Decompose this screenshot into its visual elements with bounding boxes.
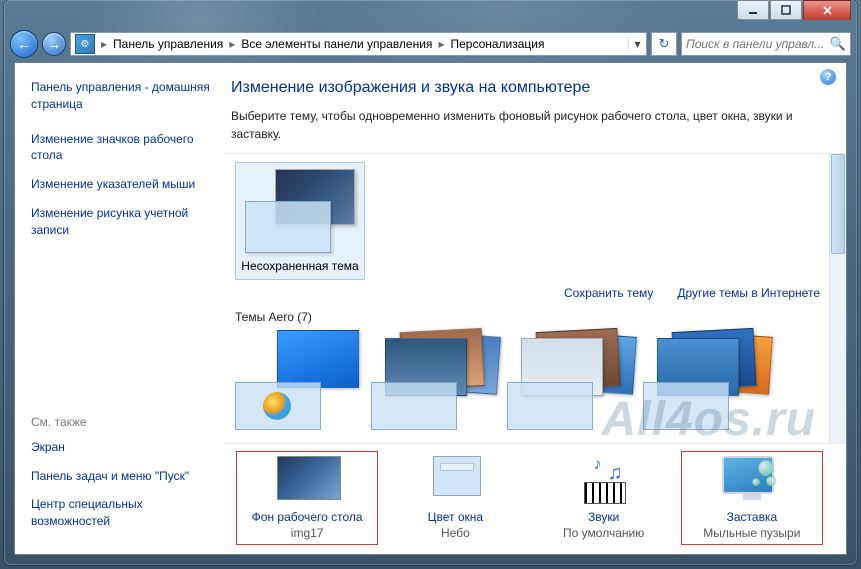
window-color-button[interactable]: Цвет окна Небо xyxy=(385,452,525,544)
sidebar: Панель управления - домашняя страница Из… xyxy=(15,63,225,554)
theme-preview xyxy=(245,169,355,253)
sidebar-home-link[interactable]: Панель управления - домашняя страница xyxy=(31,79,213,113)
setting-title: Заставка xyxy=(686,510,818,524)
sounds-icon: ♪ ♫ xyxy=(574,456,634,504)
desktop-background-button[interactable]: Фон рабочего стола img17 xyxy=(237,452,377,544)
vertical-scrollbar[interactable] xyxy=(829,154,846,443)
client-area: Панель управления - домашняя страница Из… xyxy=(14,62,847,555)
maximize-button[interactable] xyxy=(770,0,802,20)
chevron-right-icon[interactable]: ▸ xyxy=(227,37,237,51)
sidebar-link-mouse-pointers[interactable]: Изменение указателей мыши xyxy=(31,176,213,193)
address-dropdown[interactable]: ▾ xyxy=(628,37,646,51)
windows-orb-icon xyxy=(263,392,291,420)
back-button[interactable]: ← xyxy=(10,30,38,58)
see-also-heading: См. также xyxy=(31,415,213,429)
refresh-button[interactable]: ↻ xyxy=(651,32,677,56)
sidebar-link-desktop-icons[interactable]: Изменение значков рабочего стола xyxy=(31,131,213,165)
setting-title: Фон рабочего стола xyxy=(241,510,373,524)
see-also-taskbar[interactable]: Панель задач и меню "Пуск" xyxy=(31,468,213,485)
online-themes-link[interactable]: Другие темы в Интернете xyxy=(677,286,820,300)
search-input[interactable] xyxy=(686,37,828,51)
see-also-display[interactable]: Экран xyxy=(31,439,213,456)
main-pane: ? Изменение изображения и звука на компь… xyxy=(225,63,846,554)
aero-themes-row xyxy=(225,330,846,430)
theme-action-links: Сохранить тему Другие темы в Интернете xyxy=(225,280,846,306)
setting-value: По умолчанию xyxy=(538,526,670,540)
forward-button[interactable]: → xyxy=(42,32,66,56)
screensaver-button[interactable]: Заставка Мыльные пузыри xyxy=(682,452,822,544)
breadcrumb-item[interactable]: Персонализация xyxy=(446,33,548,55)
control-panel-icon: ⚙ xyxy=(75,34,95,54)
aero-theme-3[interactable] xyxy=(507,330,637,430)
screensaver-icon xyxy=(722,456,782,504)
minimize-button[interactable] xyxy=(737,0,769,20)
page-title: Изменение изображения и звука на компьют… xyxy=(231,79,846,97)
search-icon: 🔍 xyxy=(830,36,846,52)
setting-title: Цвет окна xyxy=(389,510,521,524)
see-also-ease-of-access[interactable]: Центр специальных возможностей xyxy=(31,496,213,530)
scrollbar-thumb[interactable] xyxy=(831,154,845,254)
breadcrumb-item[interactable]: Все элементы панели управления xyxy=(237,33,436,55)
wallpaper-icon xyxy=(277,456,341,500)
setting-value: Небо xyxy=(389,526,521,540)
aero-heading: Темы Aero (7) xyxy=(225,306,846,330)
setting-value: img17 xyxy=(241,526,373,540)
aero-theme-2[interactable] xyxy=(371,330,501,430)
theme-unsaved[interactable]: Несохраненная тема xyxy=(235,162,365,280)
titlebar xyxy=(4,0,857,28)
window-color-icon xyxy=(433,456,481,496)
help-icon[interactable]: ? xyxy=(820,69,836,85)
chevron-right-icon[interactable]: ▸ xyxy=(436,37,446,51)
my-themes-row: Несохраненная тема xyxy=(225,154,846,280)
setting-title: Звуки xyxy=(538,510,670,524)
address-bar[interactable]: ⚙ ▸ Панель управления ▸ Все элементы пан… xyxy=(70,32,647,56)
setting-value: Мыльные пузыри xyxy=(686,526,818,540)
control-panel-window: ← → ⚙ ▸ Панель управления ▸ Все элементы… xyxy=(4,0,857,565)
themes-scroll-pane: Несохраненная тема Сохранить тему Другие… xyxy=(225,153,846,444)
save-theme-link[interactable]: Сохранить тему xyxy=(564,286,653,300)
aero-theme-windows7[interactable] xyxy=(235,330,365,430)
sounds-button[interactable]: ♪ ♫ Звуки По умолчанию xyxy=(534,452,674,544)
theme-label: Несохраненная тема xyxy=(236,259,364,273)
sidebar-link-account-picture[interactable]: Изменение рисунка учетной записи xyxy=(31,205,213,239)
navbar: ← → ⚙ ▸ Панель управления ▸ Все элементы… xyxy=(4,28,857,60)
search-box[interactable]: 🔍 xyxy=(681,32,851,56)
aero-theme-4[interactable] xyxy=(643,330,773,430)
breadcrumb-item[interactable]: Панель управления xyxy=(109,33,227,55)
chevron-right-icon[interactable]: ▸ xyxy=(99,37,109,51)
settings-row: Фон рабочего стола img17 Цвет окна Небо … xyxy=(225,444,846,554)
close-button[interactable] xyxy=(803,0,851,20)
page-description: Выберите тему, чтобы одновременно измени… xyxy=(231,107,826,143)
